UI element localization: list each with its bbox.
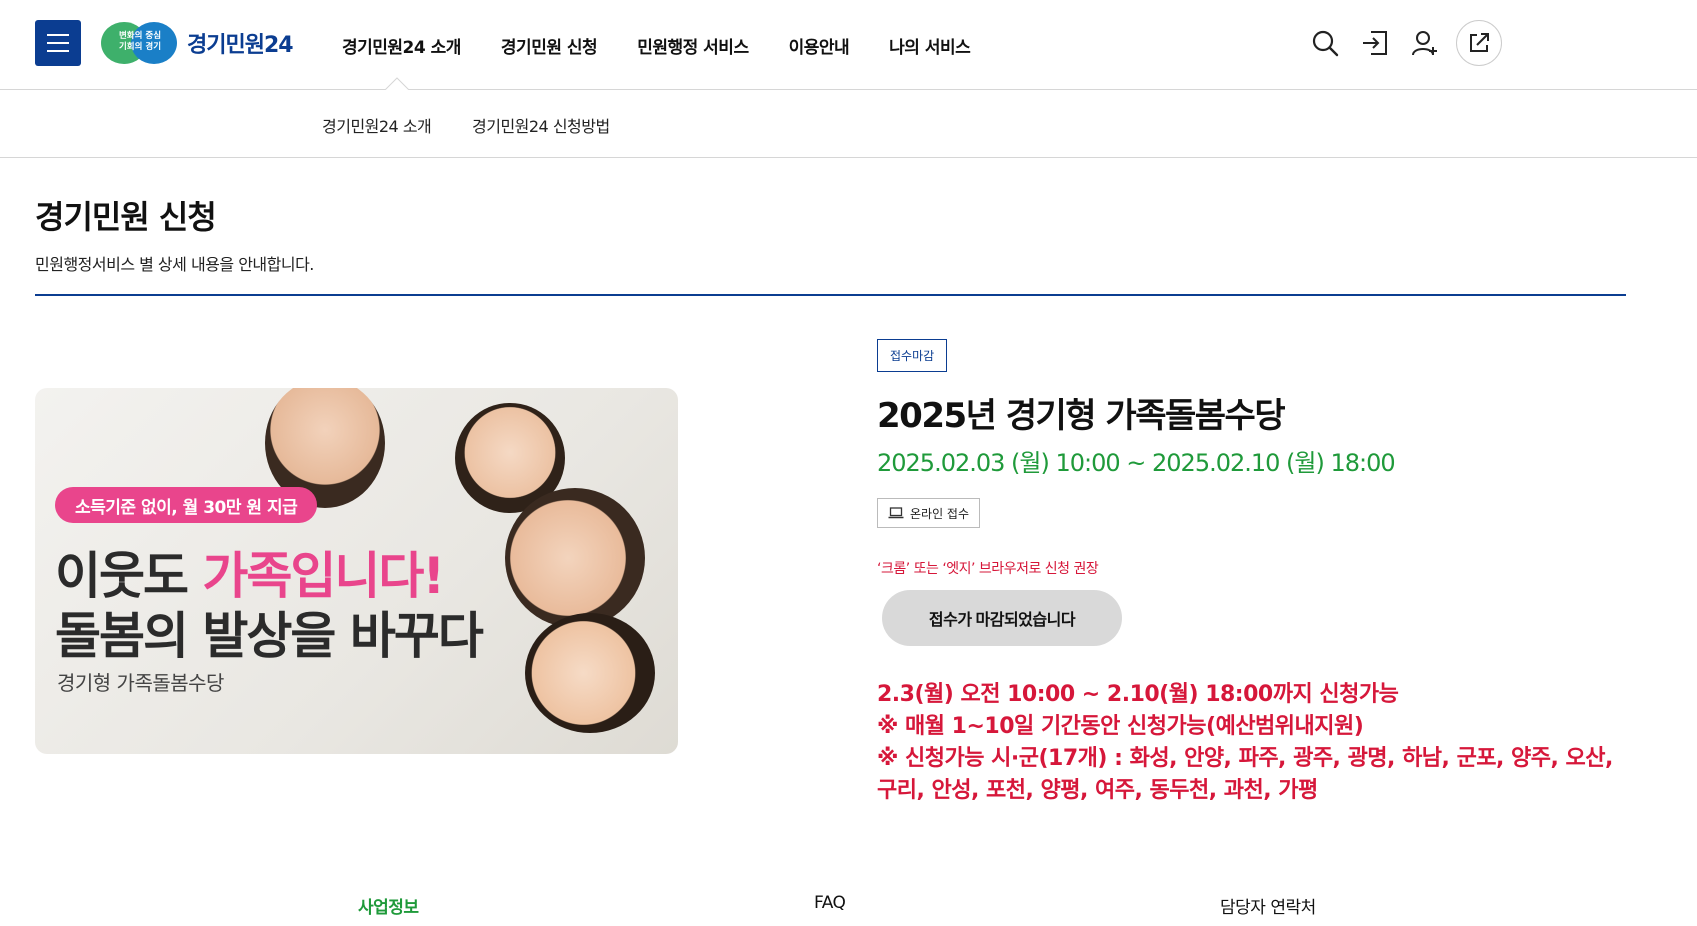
external-link-icon[interactable]: [1456, 20, 1502, 66]
nav-indicator-caret: [385, 77, 409, 90]
main-nav: 경기민원24 소개 경기민원 신청 민원행정 서비스 이용안내 나의 서비스: [342, 0, 1010, 90]
family-photo-face: [525, 613, 655, 733]
nav-item-guide[interactable]: 이용안내: [789, 33, 850, 58]
tab-faq[interactable]: FAQ: [814, 893, 846, 913]
hamburger-icon: [47, 34, 69, 36]
user-add-icon[interactable]: [1406, 20, 1444, 66]
logo-badge-icon: 변화의 중심 기회의 경기: [101, 20, 179, 66]
family-photo-face: [505, 488, 645, 628]
hamburger-icon: [47, 50, 69, 52]
application-closed-button[interactable]: 접수가 마감되었습니다: [882, 590, 1122, 646]
banner-headline-2: 돌봄의 발상을 바꾸다: [55, 607, 484, 665]
search-icon[interactable]: [1306, 20, 1344, 66]
title-divider: [35, 294, 1626, 296]
program-banner-image: 소득기준 없이, 월 30만 원 지급 이웃도 가족입니다! 돌봄의 발상을 바…: [35, 388, 678, 754]
sub-nav: 경기민원24 소개 경기민원24 신청방법: [0, 90, 1697, 158]
banner-pill: 소득기준 없이, 월 30만 원 지급: [55, 487, 318, 523]
site-header: 변화의 중심 기회의 경기 경기민원24 경기민원24 소개 경기민원 신청 민원…: [0, 0, 1697, 90]
nav-item-intro[interactable]: 경기민원24 소개: [342, 33, 461, 58]
tab-contact[interactable]: 담당자 연락처: [1220, 893, 1316, 918]
all-menu-button[interactable]: [35, 20, 81, 66]
site-logo[interactable]: 변화의 중심 기회의 경기 경기민원24: [101, 20, 294, 66]
logo-text: 경기민원24: [187, 33, 294, 58]
notice-line: ※ 매월 1~10일 기간동안 신청가능(예산범위내지원): [877, 714, 1364, 739]
nav-item-my-service[interactable]: 나의 서비스: [889, 33, 971, 58]
login-icon[interactable]: [1356, 20, 1394, 66]
application-method-label: 온라인 접수: [910, 506, 970, 521]
status-badge: 접수마감: [877, 339, 948, 372]
hamburger-icon: [47, 42, 69, 44]
notice-line: ※ 신청가능 시·군(17개) : 화성, 안양, 파주, 광주, 광명, 하남…: [877, 746, 1613, 803]
tab-business-info[interactable]: 사업정보: [358, 893, 419, 918]
nav-item-services[interactable]: 민원행정 서비스: [637, 33, 749, 58]
application-notice: 2.3(월) 오전 10:00 ~ 2.10(월) 18:00까지 신청가능 ※…: [877, 679, 1617, 807]
program-title: 2025년 경기형 가족돌봄수당: [877, 396, 1286, 436]
page-description: 민원행정서비스 별 상세 내용을 안내합니다.: [35, 255, 314, 274]
nav-item-apply[interactable]: 경기민원 신청: [501, 33, 598, 58]
content-tabs: 사업정보 FAQ 담당자 연락처: [0, 893, 1697, 926]
subnav-item-how-to-apply[interactable]: 경기민원24 신청방법: [472, 113, 610, 137]
application-period: 2025.02.03 (월) 10:00 ~ 2025.02.10 (월) 18…: [877, 449, 1396, 477]
subnav-item-intro[interactable]: 경기민원24 소개: [322, 113, 432, 137]
notice-line: 2.3(월) 오전 10:00 ~ 2.10(월) 18:00까지 신청가능: [877, 682, 1399, 707]
page-title: 경기민원 신청: [35, 198, 217, 236]
application-method-badge: 온라인 접수: [877, 498, 981, 528]
laptop-icon: [888, 507, 904, 519]
banner-subtitle: 경기형 가족돌봄수당: [57, 671, 224, 695]
utility-menu: [1306, 20, 1502, 66]
browser-recommendation-note: ‘크롬’ 또는 ‘엣지’ 브라우저로 신청 권장: [877, 561, 1099, 577]
